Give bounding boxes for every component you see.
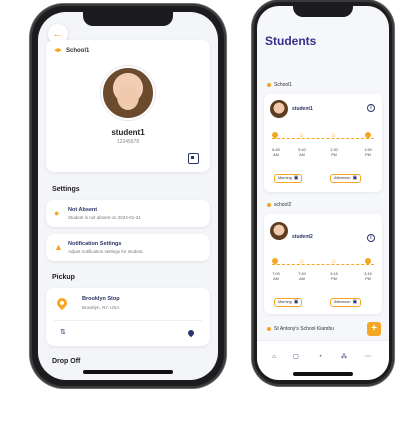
info-icon[interactable]: i [367, 104, 375, 112]
school-header: school2 [267, 202, 291, 208]
school-name: school2 [274, 202, 292, 208]
phone-right: Students School1 student1 i ⌂ ⌂ 6:45 AM … [252, 0, 394, 386]
school-row: School1 [54, 48, 89, 54]
school-icon: ⌂ [331, 132, 336, 139]
bell-icon: ▲ [54, 242, 63, 252]
graduation-cap-icon [54, 48, 62, 53]
absence-title: Not Absent [68, 207, 98, 213]
more-icon[interactable]: ⋯ [363, 353, 373, 361]
time-label: 3:15 PM [364, 272, 372, 281]
student-profile-card: School1 student1 12345678 [46, 40, 210, 172]
school-icon: ⌂ [331, 258, 336, 265]
student-detail-screen: ← School1 student1 12345678 Settings ● N… [38, 12, 218, 380]
time-label: 6:45 AM [272, 148, 280, 157]
morning-button[interactable]: Morning ▣ [274, 174, 303, 183]
school-icon: ⌂ [299, 258, 304, 265]
school-label: School1 [66, 48, 90, 54]
phone-left: ← School1 student1 12345678 Settings ● N… [30, 4, 226, 388]
notch [293, 6, 353, 17]
swap-icon[interactable]: ⇅ [60, 328, 66, 336]
notification-title: Notification Settings [68, 241, 122, 247]
student-id: 12345678 [116, 139, 140, 145]
bell-icon[interactable]: ◔ [315, 353, 325, 361]
home-indicator [293, 372, 353, 376]
bus-icon: ▣ [293, 175, 299, 181]
arrow-left-icon: ← [52, 28, 64, 40]
afternoon-button[interactable]: Afternoon ▣ [330, 298, 362, 307]
bus-icon: ▣ [293, 299, 299, 305]
notification-settings-card[interactable]: ▲ Notification Settings Adjust notificat… [46, 234, 210, 261]
home-icon[interactable]: ⌂ [269, 353, 279, 361]
student-name: student1 [111, 128, 145, 137]
qr-code-icon[interactable] [188, 153, 199, 164]
school-name: School1 [274, 82, 293, 88]
route-line [272, 264, 374, 265]
route-line [272, 138, 374, 139]
student-name: student2 [292, 234, 313, 240]
school-name: St Antony's School Kiambu [274, 326, 334, 332]
school-header: St Antony's School Kiambu [267, 326, 334, 332]
page-icon[interactable]: ▢ [291, 353, 301, 361]
absence-card[interactable]: ● Not Absent Student is not absent on 20… [46, 200, 210, 227]
page-title: Students [265, 34, 317, 48]
student-card[interactable]: student1 i ⌂ ⌂ 6:45 AM 9:40 AM 1:30 PM 1… [264, 94, 382, 192]
graduation-cap-icon [267, 327, 271, 331]
graduation-cap-icon [267, 203, 271, 207]
info-icon[interactable]: i [367, 234, 375, 242]
pickup-title: Pickup [52, 274, 75, 281]
time-label: 3:15 PM [330, 272, 338, 281]
afternoon-button[interactable]: Afternoon ▣ [330, 174, 362, 183]
bus-icon: ▣ [352, 299, 358, 305]
location-pin-icon [54, 295, 70, 311]
student-avatar [101, 66, 155, 120]
person-remove-icon: ● [54, 208, 60, 218]
dropoff-title: Drop Off [52, 358, 81, 365]
divider [54, 320, 202, 321]
school-icon: ⌂ [299, 132, 304, 139]
notch [83, 12, 173, 26]
people-icon[interactable]: ⁂ [339, 353, 349, 361]
pickup-stop-subtitle: Brooklyn, NY, USA [82, 305, 120, 310]
time-label: 7:40 AM [298, 272, 306, 281]
school-header: School1 [267, 82, 292, 88]
student-name: student1 [292, 106, 313, 112]
settings-title: Settings [52, 186, 80, 193]
student-avatar [270, 222, 288, 240]
morning-button[interactable]: Morning ▣ [274, 298, 303, 307]
student-avatar [270, 100, 288, 118]
add-button[interactable]: + [367, 322, 381, 336]
time-label: 9:40 AM [298, 148, 306, 157]
student-card[interactable]: student2 i ⌂ ⌂ 7:00 AM 7:40 AM 3:15 PM 3… [264, 214, 382, 314]
pickup-card[interactable]: Brooklyn Stop Brooklyn, NY, USA ⇅ [46, 288, 210, 346]
notification-subtitle: Adjust notification settings for student… [68, 249, 144, 254]
time-label: 1:50 PM [364, 148, 372, 157]
graduation-cap-icon [267, 83, 271, 87]
map-pin-icon[interactable] [186, 328, 196, 338]
time-label: 7:00 AM [272, 272, 280, 281]
pickup-stop-title: Brooklyn Stop [82, 296, 120, 302]
absence-subtitle: Student is not absent on 2024-01-31 [68, 215, 141, 220]
students-screen: Students School1 student1 i ⌂ ⌂ 6:45 AM … [257, 6, 389, 380]
home-indicator [83, 370, 173, 374]
bus-icon: ▣ [352, 175, 358, 181]
time-label: 1:30 PM [330, 148, 338, 157]
